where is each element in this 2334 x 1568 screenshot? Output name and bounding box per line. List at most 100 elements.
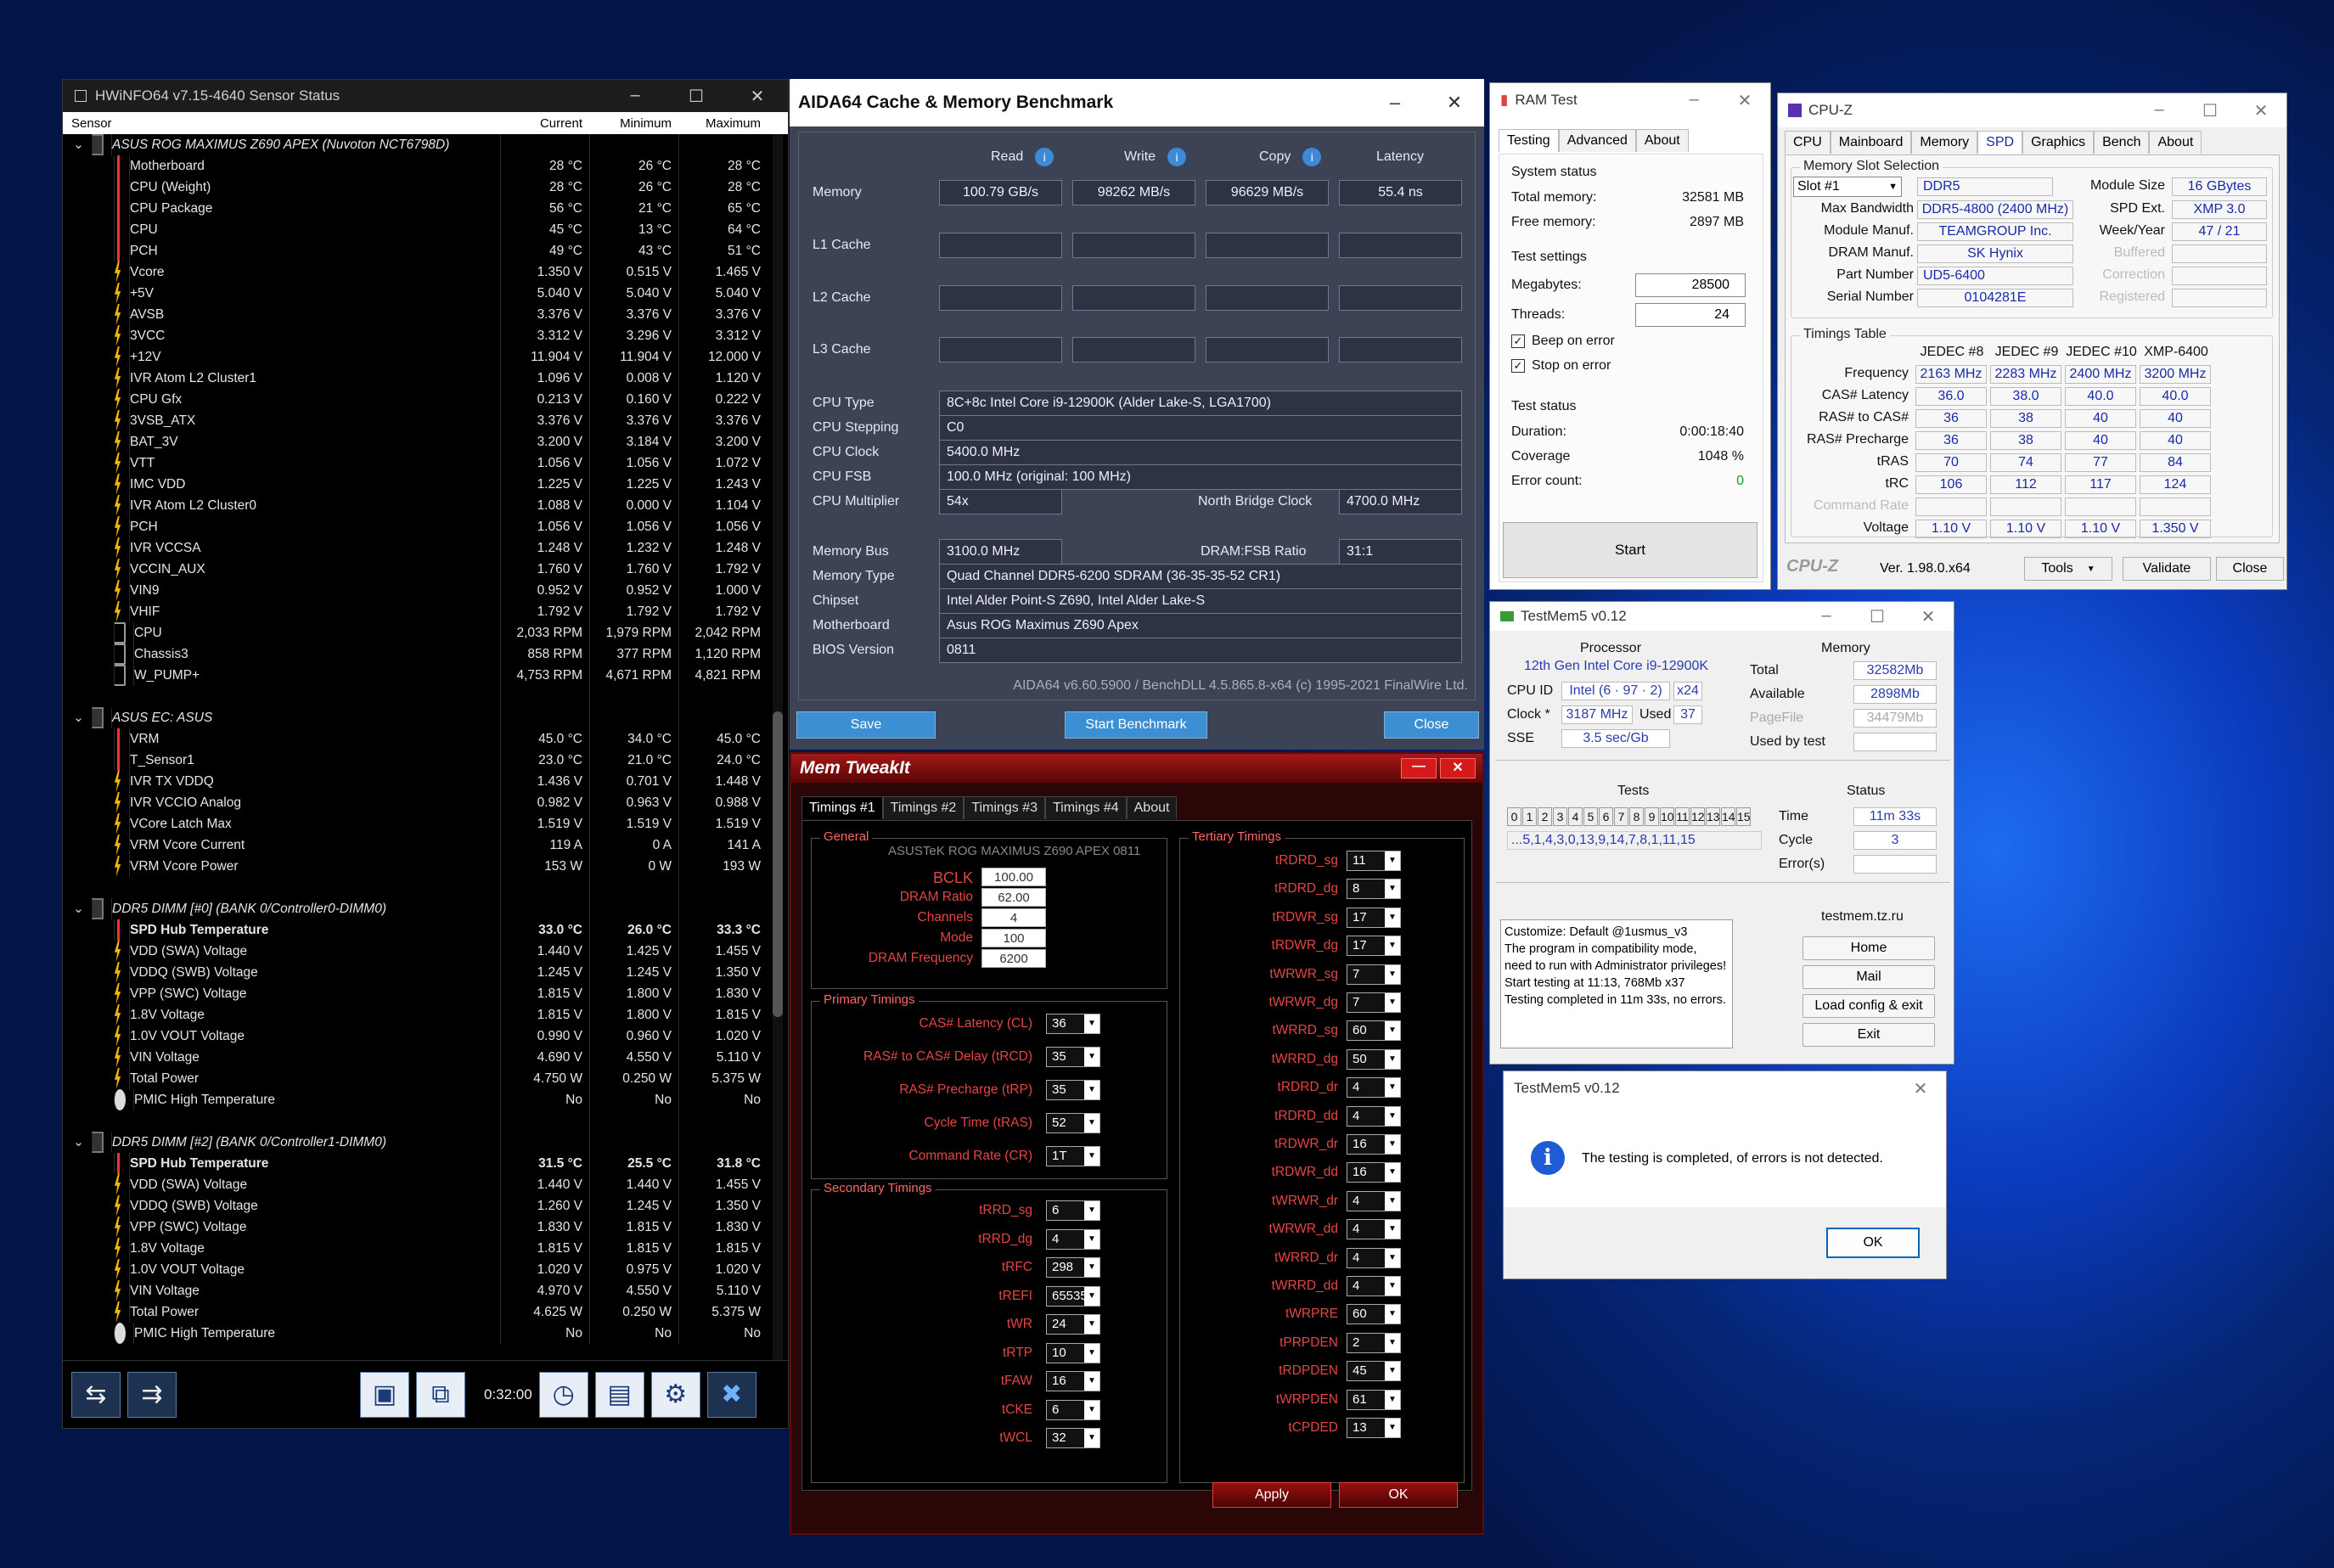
- close-icon[interactable]: ✕: [1440, 758, 1476, 778]
- site-link[interactable]: testmem.tz.ru: [1821, 909, 1904, 925]
- tab-cpu[interactable]: CPU: [1785, 131, 1831, 154]
- nav-left-right-icon[interactable]: ⇆: [71, 1371, 121, 1418]
- sensor-row[interactable]: IMC VDD 1.225 V 1.225 V 1.243 V: [63, 474, 788, 495]
- sensor-row[interactable]: VTT 1.056 V 1.056 V 1.072 V: [63, 452, 788, 474]
- timing-select[interactable]: 4 ▼: [1046, 1228, 1100, 1250]
- sensor-row[interactable]: VIN Voltage 4.970 V 4.550 V 5.110 V: [63, 1280, 788, 1301]
- sensor-row[interactable]: BAT_3V 3.200 V 3.184 V 3.200 V: [63, 431, 788, 452]
- close-icon[interactable]: ✕: [1895, 1078, 1946, 1099]
- timing-select[interactable]: 60 ▼: [1347, 1304, 1401, 1325]
- sensor-group[interactable]: ⌄ ASUS ROG MAXIMUS Z690 APEX (Nuvoton NCT…: [63, 134, 788, 155]
- sensor-row[interactable]: [63, 1110, 788, 1132]
- exit-close-icon[interactable]: ✖: [706, 1371, 756, 1418]
- beep-on-error-checkbox[interactable]: ✓ Beep on error: [1511, 334, 1615, 349]
- timing-select[interactable]: 6 ▼: [1046, 1200, 1100, 1221]
- timing-select[interactable]: 61 ▼: [1347, 1389, 1401, 1410]
- chevron-down-icon[interactable]: ⌄: [73, 134, 85, 155]
- apply-button[interactable]: Apply: [1212, 1482, 1331, 1508]
- timing-select[interactable]: 10 ▼: [1046, 1342, 1100, 1363]
- sensor-row[interactable]: T_Sensor1 23.0 °C 21.0 °C 24.0 °C: [63, 750, 788, 771]
- tab-testing[interactable]: Testing: [1499, 129, 1559, 152]
- timing-select[interactable]: 32 ▼: [1046, 1428, 1100, 1448]
- sensor-row[interactable]: VDDQ (SWB) Voltage 1.245 V 1.245 V 1.350 V: [63, 962, 788, 983]
- timing-select[interactable]: 65535 ▼: [1046, 1285, 1100, 1307]
- sensor-row[interactable]: VRM Vcore Power 153 W0 W 193 W: [63, 856, 788, 877]
- timing-select[interactable]: 16 ▼: [1347, 1134, 1401, 1155]
- slot-select[interactable]: Slot #1 ▼: [1793, 177, 1902, 197]
- sensor-group[interactable]: ⌄ DDR5 DIMM [#2] (BANK 0/Controller1-DIMM…: [63, 1132, 788, 1153]
- timing-select[interactable]: 4 ▼: [1347, 1190, 1401, 1211]
- aida64-titlebar[interactable]: AIDA64 Cache & Memory Benchmark – ✕: [790, 79, 1484, 126]
- threads-input[interactable]: 24: [1635, 303, 1746, 327]
- sensor-row[interactable]: CPU (Weight) 28 °C 26 °C 28 °C: [63, 177, 788, 198]
- sensor-row[interactable]: CPU Package 56 °C 21 °C 65 °C: [63, 198, 788, 219]
- timing-select[interactable]: 4 ▼: [1347, 1247, 1401, 1268]
- minimize-icon[interactable]: –: [1668, 90, 1719, 111]
- info-icon[interactable]: i: [1167, 148, 1187, 166]
- close-icon[interactable]: ✕: [1719, 90, 1770, 111]
- timing-select[interactable]: 45 ▼: [1347, 1361, 1401, 1382]
- minimize-icon[interactable]: –: [1365, 92, 1425, 114]
- sensor-row[interactable]: VIN Voltage 4.690 V 4.550 V 5.110 V: [63, 1047, 788, 1068]
- sensor-row[interactable]: SPD Hub Temperature 33.0 °C 26.0 °C 33.3 °C: [63, 919, 788, 941]
- timing-select[interactable]: 50 ▼: [1347, 1048, 1401, 1070]
- timing-select[interactable]: 35 ▼: [1046, 1047, 1100, 1067]
- sensor-row[interactable]: IVR VCCSA 1.248 V 1.232 V 1.248 V: [63, 537, 788, 559]
- sensor-row[interactable]: 1.0V VOUT Voltage 1.020 V 0.975 V 1.020 V: [63, 1259, 788, 1280]
- tab-about[interactable]: About: [2149, 131, 2202, 154]
- testmem5-titlebar[interactable]: TestMem5 v0.12 – ☐ ✕: [1490, 602, 1954, 631]
- timing-select[interactable]: 6 ▼: [1046, 1399, 1100, 1420]
- maximize-icon[interactable]: ☐: [2185, 100, 2236, 121]
- chevron-down-icon[interactable]: ⌄: [73, 898, 85, 919]
- sensor-row[interactable]: Vcore 1.350 V 0.515 V 1.465 V: [63, 261, 788, 283]
- sensor-row[interactable]: VHIF 1.792 V 1.792 V 1.792 V: [63, 601, 788, 622]
- start-benchmark-button[interactable]: Start Benchmark: [1065, 711, 1207, 739]
- ok-button[interactable]: OK: [1339, 1482, 1458, 1508]
- tab-about[interactable]: About: [1635, 129, 1689, 152]
- sensor-row[interactable]: VDD (SWA) Voltage 1.440 V 1.425 V 1.455 V: [63, 941, 788, 962]
- exit-button[interactable]: Exit: [1803, 1023, 1935, 1047]
- tab-advanced[interactable]: Advanced: [1558, 129, 1636, 152]
- sensor-row[interactable]: 1.8V Voltage 1.815 V 1.815 V 1.815 V: [63, 1238, 788, 1259]
- sensor-group[interactable]: ⌄ DDR5 DIMM [#0] (BANK 0/Controller0-DIMM…: [63, 898, 788, 919]
- sensor-row[interactable]: Total Power 4.625 W 0.250 W 5.375 W: [63, 1301, 788, 1323]
- timing-select[interactable]: 4 ▼: [1347, 1219, 1401, 1240]
- close-icon[interactable]: ✕: [727, 86, 788, 107]
- sensor-row[interactable]: IVR TX VDDQ 1.436 V 0.701 V 1.448 V: [63, 771, 788, 792]
- sensor-row[interactable]: PMIC High Temperature No No No: [63, 1323, 788, 1344]
- hwinfo-titlebar[interactable]: HWiNFO64 v7.15-4640 Sensor Status – ☐ ✕: [63, 80, 788, 112]
- dialog-ok-button[interactable]: OK: [1826, 1228, 1920, 1258]
- sensor-list[interactable]: ⌄ ASUS ROG MAXIMUS Z690 APEX (Nuvoton NCT…: [63, 134, 788, 1361]
- timing-select[interactable]: 11 ▼: [1347, 851, 1401, 871]
- timing-select[interactable]: 16 ▼: [1347, 1162, 1401, 1183]
- cpuz-close-button[interactable]: Close: [2216, 557, 2284, 581]
- load-config-exit-button[interactable]: Load config & exit: [1803, 994, 1935, 1018]
- dialog-titlebar[interactable]: TestMem5 v0.12 ✕: [1504, 1071, 1946, 1105]
- timing-select[interactable]: 4 ▼: [1347, 1276, 1401, 1296]
- sensor-row[interactable]: VPP (SWC) Voltage 1.815 V 1.800 V 1.830 V: [63, 983, 788, 1004]
- tools-button[interactable]: Tools ▼: [2024, 557, 2112, 581]
- sensor-row[interactable]: Total Power 4.750 W 0.250 W 5.375 W: [63, 1068, 788, 1089]
- sensor-row[interactable]: W_PUMP+ 4,753 RPM 4,671 RPM 4,821 RPM: [63, 665, 788, 686]
- timing-select[interactable]: 13 ▼: [1347, 1418, 1401, 1438]
- col-maximum[interactable]: Maximum: [678, 116, 768, 131]
- sensor-row[interactable]: [63, 877, 788, 898]
- tab-about[interactable]: About: [1126, 796, 1178, 819]
- tab-memory[interactable]: Memory: [1911, 131, 1978, 154]
- sensor-row[interactable]: Chassis3 858 RPM 377 RPM 1,120 RPM: [63, 643, 788, 665]
- col-sensor[interactable]: Sensor: [63, 116, 500, 131]
- sensor-row[interactable]: AVSB 3.376 V 3.376 V 3.376 V: [63, 304, 788, 325]
- timing-select[interactable]: 4 ▼: [1347, 1077, 1401, 1099]
- sensor-row[interactable]: 3VCC 3.312 V 3.296 V 3.312 V: [63, 325, 788, 346]
- timing-select[interactable]: 4 ▼: [1347, 1105, 1401, 1127]
- sensor-row[interactable]: IVR Atom L2 Cluster1 1.096 V 0.008 V 1.120 …: [63, 368, 788, 389]
- sensor-row[interactable]: VDDQ (SWB) Voltage 1.260 V 1.245 V 1.350 V: [63, 1195, 788, 1217]
- timing-select[interactable]: 16 ▼: [1046, 1371, 1100, 1391]
- cpuz-titlebar[interactable]: CPU-Z – ☐ ✕: [1778, 93, 2286, 127]
- timing-select[interactable]: 298 ▼: [1046, 1257, 1100, 1278]
- tab-bench[interactable]: Bench: [2094, 131, 2150, 154]
- sensor-row[interactable]: [63, 686, 788, 707]
- minimize-icon[interactable]: –: [605, 86, 666, 107]
- sensor-row[interactable]: CPU Gfx 0.213 V 0.160 V 0.222 V: [63, 389, 788, 410]
- close-icon[interactable]: ✕: [2236, 100, 2286, 121]
